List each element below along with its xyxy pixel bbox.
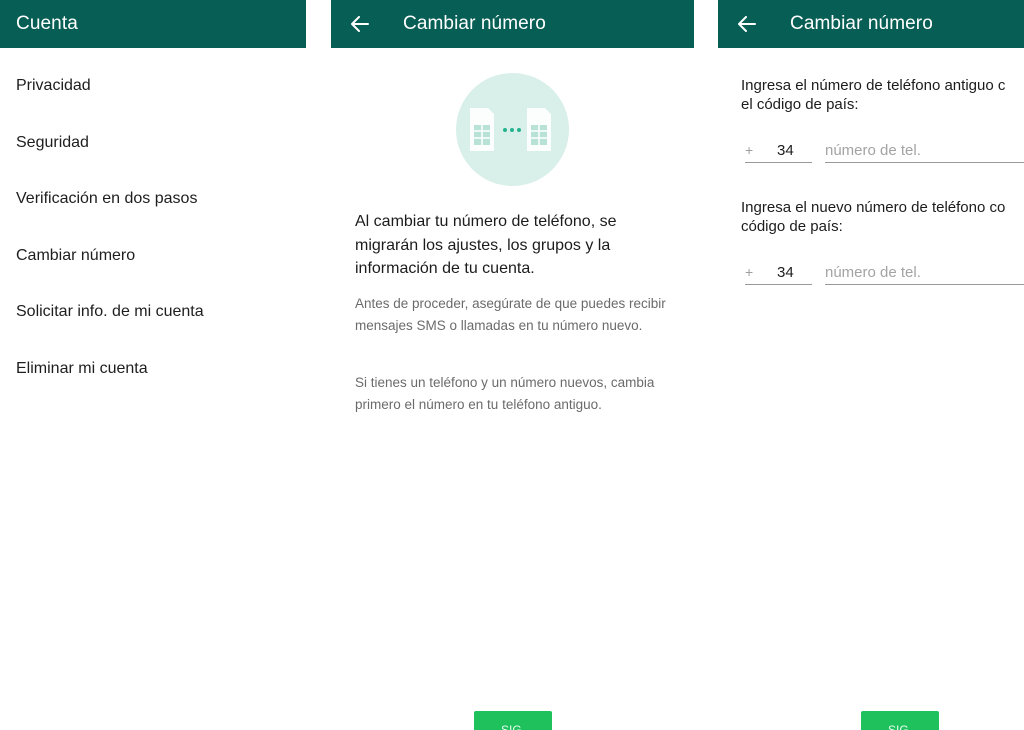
- page-title: Cambiar número: [790, 13, 933, 34]
- new-number-row: + 34 número de tel.: [745, 260, 1024, 286]
- intro-heading: Al cambiar tu número de teléfono, se mig…: [355, 213, 617, 277]
- old-phone-input[interactable]: número de tel.: [825, 138, 1024, 163]
- old-number-prompt: Ingresa el número de teléfono antiguo c …: [741, 76, 1024, 114]
- old-number-row: + 34 número de tel.: [745, 138, 1024, 164]
- page-title: Cambiar número: [403, 13, 546, 34]
- back-arrow-icon[interactable]: [349, 13, 371, 35]
- settings-list: Privacidad Seguridad Verificación en dos…: [0, 58, 306, 397]
- settings-item-change-number[interactable]: Cambiar número: [0, 228, 306, 285]
- app-bar: Cambiar número: [718, 0, 1024, 48]
- intro-note-sms: Antes de proceder, asegúrate de que pued…: [355, 296, 666, 333]
- new-phone-input[interactable]: número de tel.: [825, 260, 1024, 285]
- intro-note-new-phone: Si tienes un teléfono y un número nuevos…: [355, 375, 655, 412]
- settings-item-privacy[interactable]: Privacidad: [0, 58, 306, 115]
- old-number-prompt-line1: Ingresa el número de teléfono antiguo c: [741, 77, 1006, 94]
- next-button[interactable]: SIG.: [861, 711, 939, 730]
- app-bar: Cuenta: [0, 0, 306, 48]
- new-country-code-field[interactable]: + 34: [745, 260, 812, 285]
- new-number-prompt: Ingresa el nuevo número de teléfono co c…: [741, 198, 1024, 236]
- new-number-prompt-line1: Ingresa el nuevo número de teléfono co: [741, 199, 1006, 216]
- settings-item-request-info[interactable]: Solicitar info. de mi cuenta: [0, 284, 306, 341]
- settings-item-two-step[interactable]: Verificación en dos pasos: [0, 171, 306, 228]
- old-country-code-field[interactable]: + 34: [745, 138, 812, 163]
- plus-sign: +: [745, 142, 754, 158]
- old-phone-placeholder: número de tel.: [825, 141, 921, 159]
- sim-cards-icon: [456, 73, 569, 186]
- change-number-form-screen: Cambiar número Ingresa el número de telé…: [718, 0, 1024, 730]
- account-settings-screen: Cuenta Privacidad Seguridad Verificación…: [0, 0, 306, 730]
- page-title: Cuenta: [16, 13, 78, 34]
- app-bar: Cambiar número: [331, 0, 694, 48]
- new-phone-placeholder: número de tel.: [825, 263, 921, 281]
- new-number-prompt-line2: código de país:: [741, 218, 843, 235]
- settings-item-delete-account[interactable]: Eliminar mi cuenta: [0, 341, 306, 398]
- new-country-code-value: 34: [777, 263, 794, 281]
- plus-sign: +: [745, 264, 754, 280]
- old-number-prompt-line2: el código de país:: [741, 96, 859, 113]
- back-arrow-icon[interactable]: [736, 13, 758, 35]
- settings-item-security[interactable]: Seguridad: [0, 115, 306, 172]
- next-button[interactable]: SIG.: [474, 711, 552, 730]
- old-country-code-value: 34: [777, 141, 794, 159]
- change-number-intro-screen: Cambiar número Al cambiar tu número de t…: [331, 0, 694, 730]
